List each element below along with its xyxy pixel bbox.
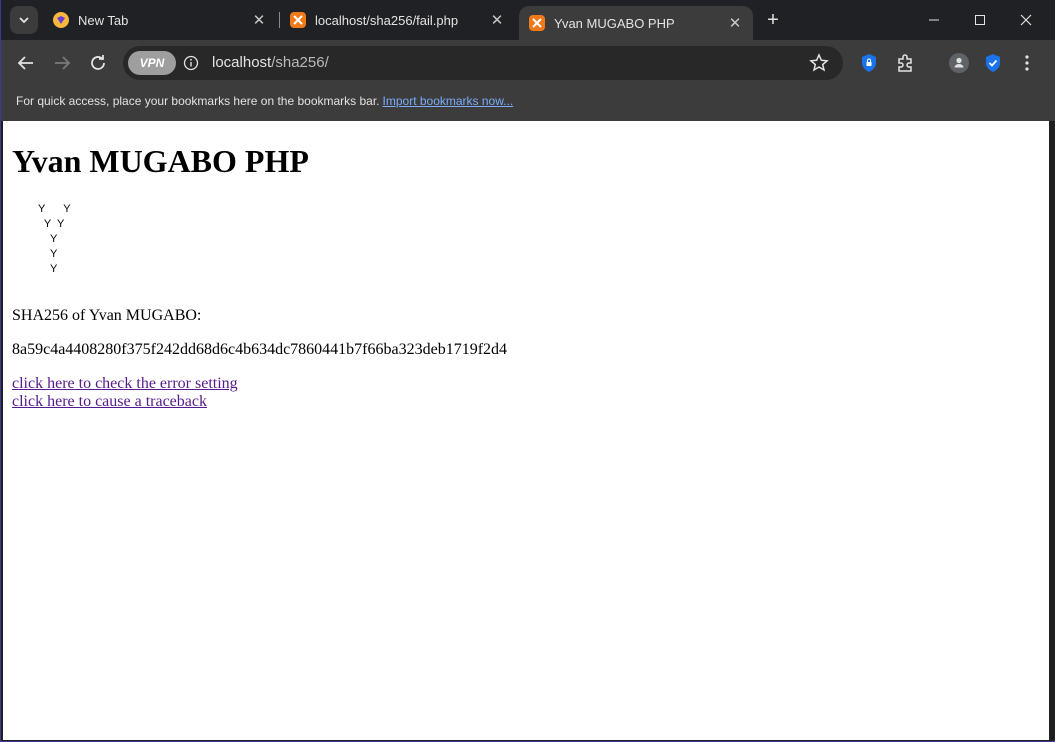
tab-divider xyxy=(279,12,280,28)
tab-title: localhost/sha256/fail.php xyxy=(315,12,459,28)
reload-button[interactable] xyxy=(84,49,112,77)
tab-title: Yvan MUGABO PHP xyxy=(554,15,675,31)
xampp-icon xyxy=(290,12,306,28)
back-button[interactable] xyxy=(12,49,40,77)
reload-icon xyxy=(91,55,105,70)
vpn-button[interactable]: VPN xyxy=(128,51,176,75)
minimize-button[interactable] xyxy=(911,0,957,40)
ascii-art-line: Y Y xyxy=(38,218,65,230)
ascii-art: Y Y Y Y Y Y Y xyxy=(38,202,71,277)
vpn-icon: VPN xyxy=(139,56,165,70)
back-arrow-icon xyxy=(17,56,33,70)
close-icon xyxy=(1020,14,1032,26)
close-window-button[interactable] xyxy=(1003,0,1049,40)
chevron-down-icon xyxy=(19,17,29,24)
bookmarks-bar-text: For quick access, place your bookmarks h… xyxy=(16,94,380,108)
address-bar[interactable]: VPN localhost/sha256/ xyxy=(123,46,843,80)
ascii-art-line: Y xyxy=(38,263,58,275)
close-icon[interactable]: ✕ xyxy=(725,13,745,33)
profile-icon[interactable] xyxy=(947,51,971,75)
tab-fail-php[interactable]: localhost/sha256/fail.php ✕ xyxy=(287,0,515,40)
tab-strip: New Tab ✕ localhost/sha256/fail.php ✕ Yv… xyxy=(1,0,1055,40)
tab-new-tab[interactable]: New Tab ✕ xyxy=(49,0,277,40)
minimize-icon xyxy=(929,19,939,21)
url-text[interactable]: localhost/sha256/ xyxy=(212,54,329,71)
page-heading: Yvan MUGABO PHP xyxy=(12,143,309,179)
xampp-icon xyxy=(529,15,545,31)
maximize-button[interactable] xyxy=(957,0,1003,40)
check-error-setting-link[interactable]: click here to check the error setting xyxy=(12,375,238,393)
tab-active[interactable]: Yvan MUGABO PHP ✕ xyxy=(519,6,753,40)
bookmark-star-icon[interactable] xyxy=(808,52,830,74)
sha-value: 8a59c4a4408280f375f242dd68d6c4b634dc7860… xyxy=(12,341,508,358)
extensions-icon[interactable] xyxy=(893,51,917,75)
tab-search-button[interactable] xyxy=(10,6,38,34)
cause-traceback-link[interactable]: click here to cause a traceback xyxy=(12,393,207,411)
maximize-icon xyxy=(975,15,985,25)
url-path: /sha256/ xyxy=(271,54,329,71)
close-icon[interactable]: ✕ xyxy=(487,10,507,30)
forward-arrow-icon xyxy=(55,56,71,70)
import-bookmarks-link[interactable]: Import bookmarks now... xyxy=(383,94,514,108)
toolbar: VPN localhost/sha256/ xyxy=(1,40,1055,86)
tab-title: New Tab xyxy=(78,12,129,28)
sha-label: SHA256 of Yvan MUGABO: xyxy=(12,307,202,324)
bookmarks-bar: For quick access, place your bookmarks h… xyxy=(1,86,1055,121)
ascii-art-line: Y xyxy=(38,248,58,260)
url-host: localhost xyxy=(212,54,272,71)
browser-logo-icon xyxy=(53,12,69,28)
ascii-art-line: Y Y xyxy=(38,203,71,215)
window-edge xyxy=(1049,121,1055,740)
forward-button[interactable] xyxy=(48,49,76,77)
close-icon[interactable]: ✕ xyxy=(249,10,269,30)
password-manager-icon[interactable] xyxy=(857,51,881,75)
new-tab-button[interactable]: + xyxy=(761,8,785,32)
bookmarks-bar-message: For quick access, place your bookmarks h… xyxy=(16,94,513,108)
browser-window: New Tab ✕ localhost/sha256/fail.php ✕ Yv… xyxy=(0,0,1055,742)
menu-kebab-icon[interactable] xyxy=(1015,51,1039,75)
page-viewport: Yvan MUGABO PHP Y Y Y Y Y Y Y SHA256 of … xyxy=(3,121,1049,740)
security-shield-icon[interactable] xyxy=(981,51,1005,75)
site-info-icon[interactable] xyxy=(181,53,201,73)
ascii-art-line: Y xyxy=(38,233,58,245)
